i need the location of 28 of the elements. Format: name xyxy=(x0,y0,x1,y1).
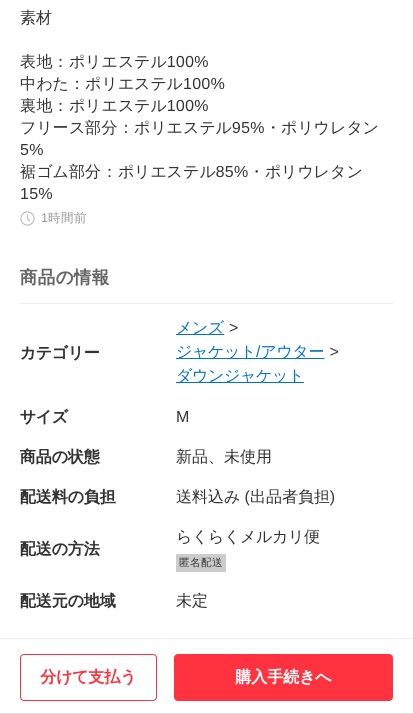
category-link[interactable]: ジャケット/アウター xyxy=(176,342,324,364)
category-link[interactable]: メンズ xyxy=(176,318,224,340)
info-label: 配送の方法 xyxy=(20,539,101,560)
info-value: らくらくメルカリ便 xyxy=(176,528,320,548)
category-link[interactable]: ダウンジャケット xyxy=(176,366,304,388)
material-line: 表地：ポリエステル100% xyxy=(20,52,210,73)
material-line: フリース部分：ポリエステル95%・ポリウレタン5% xyxy=(20,118,380,161)
info-label: 商品の状態 xyxy=(20,447,101,468)
purchase-button[interactable]: 購入手続きへ xyxy=(174,654,393,701)
info-value: 未定 xyxy=(176,592,209,612)
info-label: サイズ xyxy=(20,408,70,428)
material-line: 裏地：ポリエステル100% xyxy=(20,96,210,117)
anonymous-shipping-tag: 匿名配送 xyxy=(176,554,226,572)
description-title: 素材 xyxy=(20,8,53,29)
installment-button[interactable]: 分けて支払う xyxy=(20,654,157,701)
breadcrumb-separator: > xyxy=(329,343,339,363)
info-label: カテゴリー xyxy=(20,344,101,364)
info-value: 新品、未使用 xyxy=(176,448,273,468)
clock-icon xyxy=(20,211,35,226)
material-line: 中わた：ポリエステル100% xyxy=(20,74,226,95)
info-label: 配送料の負担 xyxy=(20,488,117,508)
section-heading: 商品の情報 xyxy=(20,265,393,304)
info-value: 送料込み (出品者負担) xyxy=(176,488,336,508)
info-value: M xyxy=(176,408,190,426)
info-label: 配送元の地域 xyxy=(20,592,117,612)
breadcrumb-separator: > xyxy=(229,319,238,339)
posted-time: 1時間前 xyxy=(41,210,87,227)
material-line: 裾ゴム部分：ポリエステル85%・ポリウレタン15% xyxy=(20,162,364,205)
